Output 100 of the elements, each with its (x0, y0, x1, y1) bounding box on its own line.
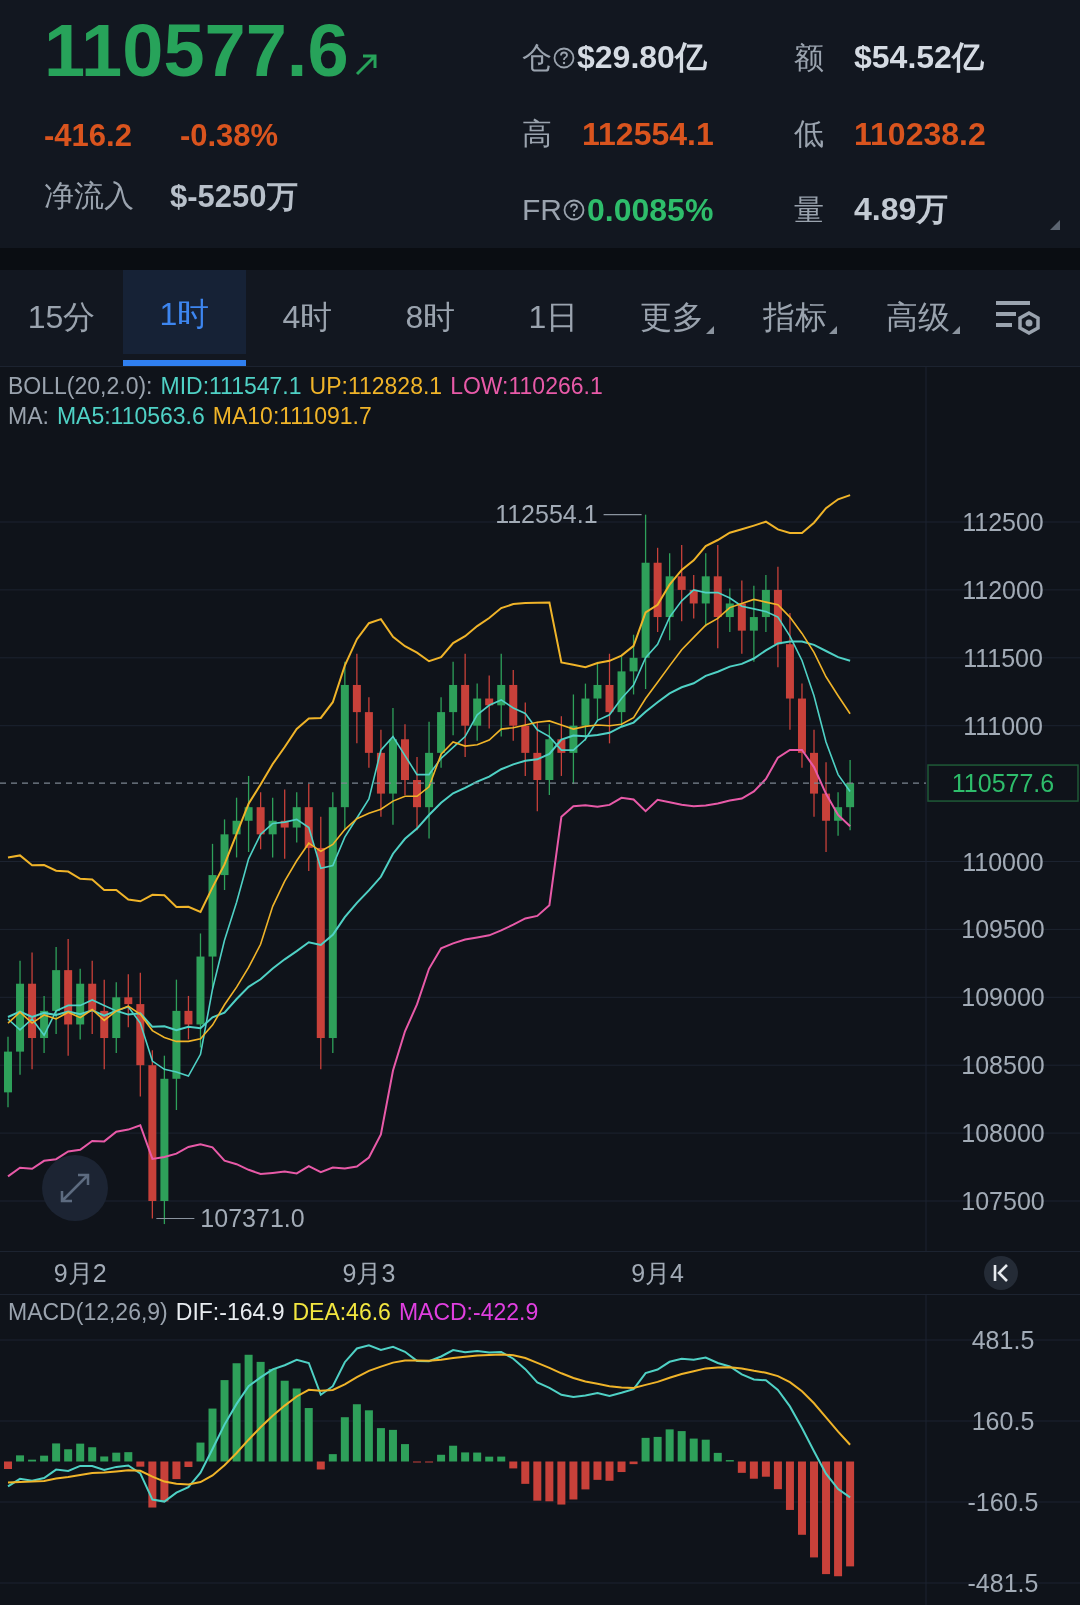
macd-bar (124, 1452, 133, 1462)
help-icon[interactable] (563, 199, 585, 221)
stat-value: 4.89万 (854, 190, 949, 229)
macd-axis-label: 160.5 (971, 1407, 1035, 1435)
macd-bar (641, 1437, 650, 1462)
macd-bar (773, 1461, 782, 1490)
price-axis-label: 110000 (962, 847, 1044, 876)
last-price: 110577.6 (44, 12, 349, 90)
settings-icon[interactable] (994, 299, 1042, 337)
price-axis-label: 112000 (962, 575, 1044, 604)
candle (4, 1036, 12, 1108)
macd-bar (677, 1431, 686, 1462)
stat-value: $29.80亿 (577, 38, 707, 77)
macd-bar (653, 1436, 662, 1462)
corner-triangle-icon[interactable] (1050, 220, 1060, 230)
boll-legend-value: LOW:110266.1 (450, 372, 603, 401)
macd-bar (28, 1459, 37, 1462)
candle (834, 791, 843, 837)
ma-legend-label: MA: (8, 402, 49, 431)
macd-axis-label: -481.5 (967, 1569, 1039, 1597)
macd-bar (593, 1461, 602, 1480)
timeframe-tab[interactable]: 高级 (861, 270, 984, 366)
macd-bar (136, 1461, 145, 1467)
timeframe-tab[interactable]: 15分 (0, 270, 123, 366)
macd-bar (461, 1452, 470, 1462)
macd-bar (617, 1461, 626, 1473)
macd-bar (509, 1461, 518, 1469)
price-axis-label: 109500 (961, 915, 1045, 944)
timeframe-tab[interactable]: 更多 (615, 270, 738, 366)
macd-bar (557, 1461, 566, 1505)
candle (557, 715, 566, 777)
candle (846, 759, 855, 831)
macd-bar (328, 1454, 337, 1462)
boll-legend-value: UP:112828.1 (309, 372, 443, 401)
macd-bar (485, 1456, 494, 1462)
net-inflow-label: 净流入 (44, 178, 134, 215)
timeframe-tab[interactable]: 4时 (246, 270, 369, 366)
stat-label: 高 (522, 115, 552, 152)
macd-bar (76, 1443, 85, 1462)
caret-icon (951, 326, 960, 334)
expand-icon[interactable] (42, 1155, 108, 1221)
candle (689, 574, 698, 620)
timeframe-tab[interactable]: 指标 (738, 270, 861, 366)
macd-bar (40, 1455, 49, 1462)
jump-to-latest-icon[interactable] (984, 1256, 1018, 1290)
macd-bar (352, 1404, 361, 1462)
macd-bar (376, 1428, 385, 1462)
price-axis-label: 111500 (963, 643, 1043, 672)
candle (292, 791, 301, 844)
date-axis-label: 9月2 (53, 1259, 107, 1287)
timeframe-tab[interactable]: 1日 (492, 270, 615, 366)
macd-bar (785, 1461, 794, 1510)
leader-line (603, 514, 643, 516)
macd-bar (16, 1455, 25, 1462)
macd-bar (208, 1408, 217, 1462)
macd-bar (316, 1461, 325, 1470)
macd-bar (749, 1461, 758, 1479)
caret-icon (705, 326, 714, 334)
timeframe-tab[interactable]: 1时 (123, 270, 246, 366)
macd-legend-value: DIF:-164.9 (175, 1298, 285, 1327)
ma-legend-value: MA10:111091.7 (212, 402, 372, 431)
macd-bar (737, 1461, 746, 1473)
macd-bar (88, 1447, 97, 1462)
candle (280, 788, 289, 860)
macd-bar (605, 1461, 614, 1481)
candle (629, 634, 638, 696)
macd-bar (160, 1461, 169, 1502)
help-icon[interactable] (553, 47, 575, 69)
macd-bar (112, 1452, 121, 1462)
candle (268, 797, 277, 859)
price-axis-label: 109000 (961, 983, 1045, 1012)
macd-bar (196, 1442, 205, 1462)
macd-bar (64, 1449, 73, 1462)
candle (256, 791, 265, 850)
macd-bar (148, 1461, 157, 1508)
macd-bar (52, 1443, 61, 1462)
macd-bar (100, 1456, 109, 1462)
price-axis-label: 108000 (961, 1119, 1045, 1148)
macd-bar (545, 1461, 554, 1502)
price-axis-label: 112500 (962, 508, 1044, 536)
leader-line (155, 1217, 195, 1220)
macd-bar (497, 1456, 506, 1462)
boll-legend-label: BOLL(20,2.0): (8, 372, 153, 401)
macd-bar (629, 1461, 638, 1465)
macd-bar (304, 1408, 313, 1462)
macd-bar (340, 1417, 349, 1462)
timeframe-tab[interactable]: 8时 (369, 270, 492, 366)
macd-bar (713, 1452, 722, 1462)
stat-value: 0.0085% (587, 191, 714, 229)
price-change-percent: -0.38% (179, 117, 279, 154)
macd-bar (437, 1454, 446, 1462)
macd-bar (533, 1461, 542, 1501)
macd-bar (364, 1410, 373, 1462)
macd-bar (701, 1439, 710, 1462)
macd-legend-value: MACD:-422.9 (398, 1298, 539, 1327)
macd-bar (569, 1461, 578, 1500)
stat-value: $54.52亿 (854, 38, 984, 77)
candle (581, 682, 590, 742)
stat-label: 仓 (522, 39, 552, 76)
current-price-label: 110577.6 (927, 764, 1079, 802)
